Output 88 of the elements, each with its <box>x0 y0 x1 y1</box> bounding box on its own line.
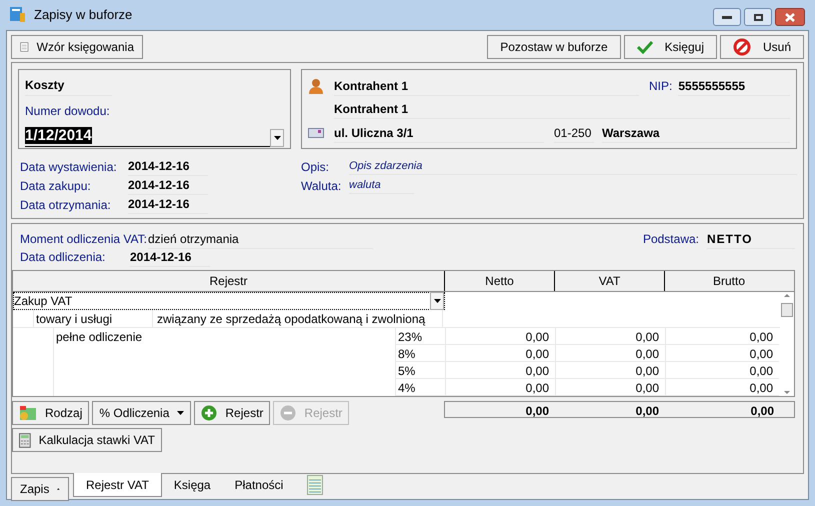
calculator-icon <box>19 432 31 448</box>
rate-cell: 8% <box>395 345 445 362</box>
menu-button[interactable]: Zapis <box>11 477 69 501</box>
column-header[interactable]: VAT <box>555 271 665 291</box>
deduction-date-label: Data odliczenia: <box>20 249 106 266</box>
postcode: 01-250 <box>554 124 594 142</box>
vat-cell: 0,00 <box>555 328 665 345</box>
menu-button[interactable]: % Odliczenia <box>92 401 192 425</box>
tab[interactable]: Księga <box>162 473 223 497</box>
date-value: 2014-12-16 <box>128 157 208 176</box>
maximize-icon <box>754 14 762 20</box>
vat-calculation-button[interactable]: Kalkulacja stawki VAT <box>12 428 162 452</box>
brutto-cell: 0,00 <box>665 345 779 362</box>
minus-icon <box>280 405 296 421</box>
rate-cell: 23% <box>395 328 445 345</box>
vat-moment-value: dzień otrzymania <box>148 230 373 248</box>
maximize-button[interactable] <box>744 8 772 26</box>
caret-icon <box>274 136 280 140</box>
column-header[interactable]: Netto <box>445 271 555 291</box>
brutto-cell: 0,00 <box>665 362 779 379</box>
brutto-cell: 0,00 <box>665 328 779 345</box>
date-label: Data zakupu: <box>20 178 92 194</box>
prohibited-icon <box>732 38 751 56</box>
detail-label: Waluta: <box>301 178 342 194</box>
caret-up-icon <box>57 487 60 491</box>
total-netto: 0,00 <box>524 403 550 417</box>
plus-icon <box>201 405 218 421</box>
scrollbar[interactable] <box>780 292 794 396</box>
document-type: Koszty <box>25 76 112 96</box>
envelope-icon <box>308 128 324 138</box>
contractor-full-name: Kontrahent 1 <box>334 100 790 118</box>
netto-cell: 0,00 <box>445 328 555 345</box>
tab[interactable]: Rejestr VAT <box>73 473 162 497</box>
folder-icon <box>19 405 37 421</box>
close-button[interactable] <box>775 8 805 26</box>
vat-cell: 0,00 <box>555 362 665 379</box>
caret-icon <box>434 299 440 303</box>
number-field[interactable]: 1/12/2014 <box>25 125 270 147</box>
close-icon <box>785 12 795 22</box>
column-header[interactable]: Rejestr <box>13 271 445 291</box>
number-dropdown-button[interactable] <box>270 129 284 147</box>
nip-label: NIP: <box>649 78 672 95</box>
contractor-name: Kontrahent 1 <box>334 76 639 96</box>
person-icon <box>308 78 324 94</box>
toolbar-button[interactable]: Księguj <box>624 35 717 59</box>
date-label: Data otrzymania: <box>20 196 112 214</box>
deduction-date-value: 2014-12-16 <box>130 248 210 266</box>
detail-value: Opis zdarzenia <box>349 158 797 176</box>
netto-cell: 0,00 <box>445 379 555 396</box>
vat-moment-label: Moment odliczenia VAT: <box>20 231 148 248</box>
window-title: Zapisy w buforze <box>34 6 132 24</box>
action-button[interactable]: Rodzaj <box>12 401 90 425</box>
street: ul. Uliczna 3/1 <box>334 124 544 142</box>
rate-cell: 4% <box>395 379 445 396</box>
tab[interactable]: Płatności <box>222 473 296 497</box>
toolbar-button[interactable]: Usuń <box>720 35 804 59</box>
register-dropdown-button[interactable] <box>430 292 444 310</box>
detail-value: waluta <box>349 176 414 194</box>
template-button[interactable]: Wzór księgowania <box>11 35 143 59</box>
detail-label: Opis: <box>301 158 330 176</box>
basis-label: Podstawa: <box>642 231 699 248</box>
number-label: Numer dowodu: <box>25 103 111 120</box>
caret-icon <box>177 411 184 415</box>
minimize-button[interactable] <box>713 8 741 26</box>
deduction-cell: pełne odliczenie <box>53 328 395 345</box>
city: Warszawa <box>602 124 790 142</box>
brutto-cell: 0,00 <box>665 379 779 396</box>
minimize-icon <box>722 16 732 18</box>
vat-cell: 0,00 <box>555 345 665 362</box>
vat-cell: 0,00 <box>555 379 665 396</box>
app-icon <box>10 7 26 23</box>
nip-value: 5555555555 <box>678 76 790 96</box>
toolbar-button[interactable]: Pozostaw w buforze <box>487 35 621 59</box>
column-header[interactable]: Brutto <box>665 271 793 291</box>
basis-value: NETTO <box>707 230 795 248</box>
date-value: 2014-12-16 <box>128 176 208 195</box>
type-cell: towary i usługi <box>33 310 153 327</box>
total-vat: 0,00 <box>634 403 660 417</box>
rate-cell: 5% <box>395 362 445 379</box>
notepad-icon <box>307 475 324 495</box>
netto-cell: 0,00 <box>445 345 555 362</box>
date-value: 2014-12-16 <box>128 195 208 214</box>
netto-cell: 0,00 <box>445 362 555 379</box>
date-label: Data wystawienia: <box>20 158 118 176</box>
purpose-cell: związany ze sprzedażą opodatkowaną i zwolnioną <box>153 310 443 327</box>
action-button[interactable]: Rejestr <box>194 401 270 425</box>
checkmark-icon <box>636 40 653 54</box>
total-brutto: 0,00 <box>750 403 775 417</box>
